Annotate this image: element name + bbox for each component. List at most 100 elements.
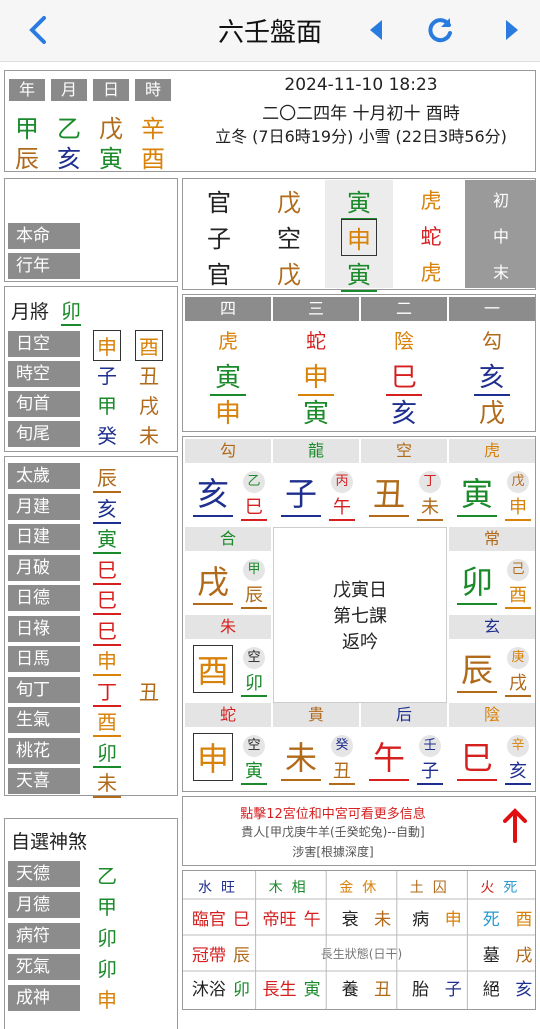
sanchuan-dun-1: 空	[277, 225, 301, 253]
day-branch: 寅	[99, 145, 123, 173]
refresh-icon[interactable]	[420, 10, 460, 50]
palace-top-0[interactable]: 勾亥乙巳	[185, 439, 271, 525]
kong-value1-0: 申	[93, 330, 121, 361]
palace-stem-top-3: 戊	[507, 471, 529, 493]
kong-value2-0: 酉	[135, 330, 163, 361]
palace-base-bottom-2: 子	[417, 757, 443, 785]
custom-label-4[interactable]: 成神	[8, 985, 80, 1011]
shensha-value1-9: 卯	[93, 737, 121, 768]
header-bar: 六壬盤面	[0, 0, 540, 62]
palace-stem-left-1: 空	[243, 647, 265, 669]
palace-general-left-0: 合	[185, 527, 271, 551]
notes-panel: 點擊12宮位和中宮可看更多信息 貴人[甲戊庚牛羊(壬癸蛇兔)--自動] 涉害[根…	[182, 796, 536, 866]
sike-lower-0: 申	[214, 399, 241, 429]
benming-panel[interactable]: 本命 行年	[4, 178, 178, 282]
custom-label-3[interactable]: 死氣	[8, 954, 80, 980]
hour-branch: 酉	[141, 145, 165, 173]
month-branch: 亥	[57, 145, 81, 173]
sike-lower-3: 戊	[478, 399, 505, 429]
palace-branch-top-0: 亥	[193, 469, 233, 517]
benming-label[interactable]: 本命	[8, 223, 80, 249]
center-palace[interactable]: 戊寅日 第七課 返吟	[273, 527, 447, 703]
pillar-head-day: 日	[93, 79, 129, 101]
shensha-value1-2: 寅	[93, 523, 121, 554]
palace-bottom-2[interactable]: 后午壬子	[361, 703, 447, 789]
palace-stem-bottom-2: 壬	[419, 735, 441, 757]
kong-value2-1: 丑	[139, 364, 159, 388]
kong-label-0: 日空	[8, 331, 80, 357]
year-branch: 辰	[15, 145, 39, 173]
palace-base-bottom-0: 寅	[241, 757, 267, 785]
center-lesson-text: 第七課	[333, 606, 387, 627]
palace-general-left-1: 朱	[185, 615, 271, 639]
palace-top-2[interactable]: 空丑丁未	[361, 439, 447, 525]
sike-general-1: 蛇	[306, 329, 326, 353]
sike-head-0: 四	[185, 297, 271, 321]
sike-panel[interactable]: 四虎寅申三蛇申寅二陰巳亥一勾亥戊	[182, 294, 536, 432]
palace-stem-top-0: 乙	[243, 471, 265, 493]
palace-right-1[interactable]: 玄辰庚戌	[449, 615, 535, 701]
kong-value1-2: 甲	[97, 394, 117, 418]
sanchuan-relation-1: 子	[207, 225, 231, 253]
custom-value-0: 乙	[97, 864, 117, 888]
shensha-value1-3: 巳	[93, 554, 121, 585]
palace-general-bottom-2: 后	[361, 703, 447, 727]
palace-branch-bottom-1: 未	[281, 733, 321, 781]
red-arrow-icon	[501, 807, 529, 847]
sike-general-3: 勾	[482, 329, 502, 353]
palace-branch-top-3: 寅	[457, 469, 497, 517]
shensha-label-10: 天喜	[8, 768, 80, 794]
kong-panel: 月將 卯 日空申酉時空子丑旬首甲戌旬尾癸未	[4, 286, 178, 452]
palace-top-1[interactable]: 龍子丙午	[273, 439, 359, 525]
palace-general-bottom-1: 貴	[273, 703, 359, 727]
pillar-head-hour: 時	[135, 79, 171, 101]
palace-top-3[interactable]: 虎寅戊申	[449, 439, 535, 525]
sanchuan-general-2: 虎	[420, 261, 442, 285]
palace-right-0[interactable]: 常卯己酉	[449, 527, 535, 613]
palace-grid[interactable]: 勾亥乙巳龍子丙午空丑丁未虎寅戊申合戌甲辰朱酉空卯 常卯己酉玄辰庚戌蛇申空寅貴未癸丑…	[182, 436, 536, 792]
custom-shensha-title: 自選神煞	[11, 831, 88, 853]
info-panel: 年 月 日 時 甲 乙 戊 辛 辰 亥 寅 酉 2024-11-10 18:23…	[4, 70, 536, 173]
custom-label-0[interactable]: 天德	[8, 861, 80, 887]
palace-stem-right-1: 庚	[507, 647, 529, 669]
xingnian-label[interactable]: 行年	[8, 253, 80, 279]
palace-branch-bottom-0: 申	[193, 733, 233, 781]
shensha-label-2: 日建	[8, 524, 80, 550]
palace-bottom-0[interactable]: 蛇申空寅	[185, 703, 271, 789]
palace-bottom-3[interactable]: 陰巳辛亥	[449, 703, 535, 789]
shensha-label-7: 旬丁	[8, 676, 80, 703]
kong-value2-2: 戌	[139, 394, 159, 418]
palace-left-0[interactable]: 合戌甲辰	[185, 527, 271, 613]
palace-stem-top-2: 丁	[419, 471, 441, 493]
sike-head-1: 三	[273, 297, 359, 321]
sanchuan-tag-2: 末	[492, 263, 509, 282]
sanchuan-general-0: 虎	[420, 189, 442, 213]
custom-label-2[interactable]: 病符	[8, 923, 80, 949]
shensha-label-8: 生氣	[8, 707, 80, 733]
shensha-panel: 太歲辰月建亥日建寅月破巳日德巳日祿巳日馬申旬丁丁丑生氣酉桃花卯天喜未	[4, 456, 178, 798]
next-triangle-icon[interactable]	[492, 10, 532, 50]
kong-value2-3: 未	[139, 424, 159, 448]
sanchuan-dun-2: 戊	[277, 261, 301, 289]
sike-upper-0: 寅	[210, 357, 246, 396]
palace-general-right-1: 玄	[449, 615, 535, 639]
sanchuan-general-1: 蛇	[420, 225, 442, 249]
shensha-label-5: 日祿	[8, 615, 80, 642]
palace-left-1[interactable]: 朱酉空卯	[185, 615, 271, 701]
custom-label-1[interactable]: 月德	[8, 892, 80, 918]
palace-base-right-0: 酉	[505, 581, 531, 609]
wuxing-panel: 水旺木相金休土囚火死臨官巳帝旺午衰未病申死酉冠帶辰長生狀態(日干) 墓戌沐浴卯長生…	[182, 870, 536, 1010]
center-type-text: 返吟	[342, 632, 378, 653]
palace-branch-bottom-2: 午	[369, 733, 409, 781]
custom-shensha-panel[interactable]: 自選神煞 天德乙月德甲病符卯死氣卯成神申	[4, 818, 178, 1029]
shensha-value2-7: 丑	[139, 679, 159, 704]
yuejiang-value: 卯	[61, 295, 81, 326]
sanchuan-panel[interactable]: 官戊寅虎初子空申蛇中官戊寅虎末	[182, 178, 536, 292]
palace-bottom-1[interactable]: 貴未癸丑	[273, 703, 359, 789]
palace-branch-bottom-3: 巳	[457, 733, 497, 781]
sike-lower-2: 亥	[390, 399, 417, 429]
palace-base-top-1: 午	[329, 493, 355, 521]
palace-stem-left-0: 甲	[243, 559, 265, 581]
pillar-head-month: 月	[51, 79, 87, 101]
prev-triangle-icon[interactable]	[356, 10, 396, 50]
